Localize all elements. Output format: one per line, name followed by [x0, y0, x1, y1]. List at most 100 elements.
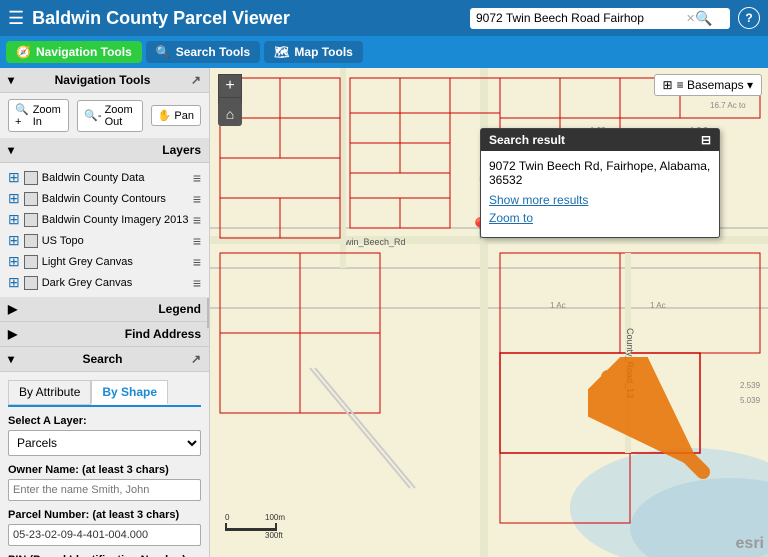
nav-tools-section-header[interactable]: ▾ Navigation Tools ↗: [0, 68, 209, 93]
list-item: ⊞ Baldwin County Imagery 2013 ≡: [4, 209, 205, 230]
tab-by-shape[interactable]: By Shape: [91, 380, 168, 405]
search-section-title: Search: [82, 352, 122, 366]
layer-name-dark-grey: Dark Grey Canvas: [42, 277, 189, 289]
nav-tools-label: Navigation Tools: [36, 45, 132, 59]
zoom-in-button[interactable]: 🔍+ Zoom In: [8, 99, 69, 132]
zoom-to-link[interactable]: Zoom to: [489, 211, 711, 225]
layer-menu-icon[interactable]: ≡: [193, 275, 201, 291]
svg-text:0: 0: [225, 513, 230, 522]
select-layer-label: Select A Layer:: [8, 415, 201, 427]
svg-text:County_Road_13: County_Road_13: [625, 328, 635, 398]
nav-tools-section-title: Navigation Tools: [55, 73, 151, 87]
basemaps-grid-icon: ⊞: [663, 78, 673, 92]
home-button[interactable]: ⌂: [218, 102, 242, 126]
basemaps-button[interactable]: ⊞ ≡ Basemaps ▾: [654, 74, 762, 96]
zoom-out-button[interactable]: 🔍- Zoom Out: [77, 100, 143, 132]
zoom-out-icon: 🔍-: [84, 109, 101, 122]
layers-content: ⊞ Baldwin County Data ≡ ⊞ Baldwin County…: [0, 163, 209, 297]
zoom-out-label: Zoom Out: [105, 104, 136, 128]
layer-color-box: [24, 276, 38, 290]
layer-color-box: [24, 234, 38, 248]
popup-title: Search result: [489, 133, 565, 147]
layer-toggle-icon[interactable]: ⊞: [8, 211, 20, 228]
owner-name-group: Owner Name: (at least 3 chars): [8, 464, 201, 501]
layer-menu-icon[interactable]: ≡: [193, 191, 201, 207]
legend-section-header[interactable]: ▶ Legend: [0, 297, 209, 322]
nav-tools-collapse-arrow: ▾: [8, 73, 14, 87]
search-content: By Attribute By Shape Select A Layer: Pa…: [0, 372, 209, 557]
owner-name-label: Owner Name: (at least 3 chars): [8, 464, 201, 476]
zoom-in-map-button[interactable]: +: [218, 74, 242, 98]
nav-tools-share-icon[interactable]: ↗: [191, 73, 201, 87]
layers-collapse-arrow: ▾: [8, 143, 14, 157]
layers-section-title: Layers: [162, 143, 201, 157]
find-address-arrow: ▶: [8, 327, 17, 341]
layers-section-header[interactable]: ▾ Layers: [0, 138, 209, 163]
layer-menu-icon[interactable]: ≡: [193, 254, 201, 270]
help-button[interactable]: ?: [738, 7, 760, 29]
layer-name-light-grey: Light Grey Canvas: [42, 256, 189, 268]
main-layout: ▾ Navigation Tools ↗ 🔍+ Zoom In 🔍- Zoom …: [0, 68, 768, 557]
popup-close-icon[interactable]: ⊟: [701, 133, 711, 147]
layer-name: Baldwin County Data: [42, 172, 189, 184]
list-item: ⊞ Dark Grey Canvas ≡: [4, 272, 205, 293]
popup-address: 9072 Twin Beech Rd, Fairhope, Alabama, 3…: [489, 159, 711, 187]
list-item: ⊞ Light Grey Canvas ≡: [4, 251, 205, 272]
esri-watermark: esri: [736, 535, 764, 553]
svg-text:100m: 100m: [265, 513, 285, 522]
search-section-header[interactable]: ▾ Search ↗: [0, 347, 209, 372]
layer-menu-icon[interactable]: ≡: [193, 170, 201, 186]
layer-toggle-icon[interactable]: ⊞: [8, 274, 20, 291]
layer-toggle-icon[interactable]: ⊞: [8, 169, 20, 186]
search-icon[interactable]: 🔍: [695, 10, 712, 27]
layer-name: Baldwin County Imagery 2013: [42, 214, 189, 226]
tab-by-attribute[interactable]: By Attribute: [8, 380, 91, 405]
map-tools-label: Map Tools: [294, 45, 352, 59]
header: ☰ Baldwin County Parcel Viewer ✕ 🔍 ?: [0, 0, 768, 36]
show-more-results-link[interactable]: Show more results: [489, 193, 711, 207]
layer-toggle-icon[interactable]: ⊞: [8, 232, 20, 249]
layer-menu-icon[interactable]: ≡: [193, 233, 201, 249]
svg-text:5.039: 5.039: [740, 396, 761, 405]
layer-select[interactable]: Parcels: [8, 430, 201, 456]
zoom-in-label: Zoom In: [33, 104, 63, 128]
search-clear-icon[interactable]: ✕: [686, 12, 695, 25]
svg-text:300ft: 300ft: [265, 531, 284, 540]
layer-menu-icon[interactable]: ≡: [193, 212, 201, 228]
search-section-arrow: ▾: [8, 352, 14, 366]
find-address-title: Find Address: [125, 327, 201, 341]
popup-header: Search result ⊟: [481, 129, 719, 151]
menu-icon[interactable]: ☰: [8, 8, 24, 29]
layer-name: Baldwin County Contours: [42, 193, 189, 205]
map-tools-button[interactable]: 🗺 Map Tools: [264, 41, 363, 63]
list-item: ⊞ US Topo ≡: [4, 230, 205, 251]
pan-label: Pan: [174, 110, 194, 122]
layer-color-box: [24, 255, 38, 269]
main-toolbar: 🧭 Navigation Tools 🔍 Search Tools 🗺 Map …: [0, 36, 768, 68]
nav-tools-icon: 🧭: [16, 45, 31, 59]
search-tools-button[interactable]: 🔍 Search Tools: [146, 41, 260, 63]
nav-tools-button[interactable]: 🧭 Navigation Tools: [6, 41, 142, 63]
zoom-in-icon: 🔍+: [15, 103, 30, 128]
map-tools-icon: 🗺: [274, 45, 289, 59]
layer-toggle-icon[interactable]: ⊞: [8, 190, 20, 207]
layer-color-box: [24, 192, 38, 206]
search-input[interactable]: [476, 11, 686, 25]
search-tools-icon: 🔍: [156, 45, 171, 59]
pan-button[interactable]: ✋ Pan: [151, 105, 201, 126]
pan-icon: ✋: [158, 109, 172, 122]
search-tools-label: Search Tools: [176, 45, 250, 59]
owner-name-input[interactable]: [8, 479, 201, 501]
layer-color-box: [24, 171, 38, 185]
basemaps-label: ≡ Basemaps ▾: [677, 78, 753, 92]
search-share-icon[interactable]: ↗: [191, 352, 201, 366]
map-area[interactable]: Twin_Beech_Rd County_Road: [210, 68, 768, 557]
legend-title: Legend: [158, 302, 201, 316]
layer-toggle-icon[interactable]: ⊞: [8, 253, 20, 270]
find-address-section-header[interactable]: ▶ Find Address: [0, 322, 209, 347]
search-result-popup: Search result ⊟ 9072 Twin Beech Rd, Fair…: [480, 128, 720, 238]
popup-content: 9072 Twin Beech Rd, Fairhope, Alabama, 3…: [481, 151, 719, 237]
parcel-number-input[interactable]: [8, 524, 201, 546]
layer-color-box: [24, 213, 38, 227]
sidebar: ▾ Navigation Tools ↗ 🔍+ Zoom In 🔍- Zoom …: [0, 68, 210, 557]
